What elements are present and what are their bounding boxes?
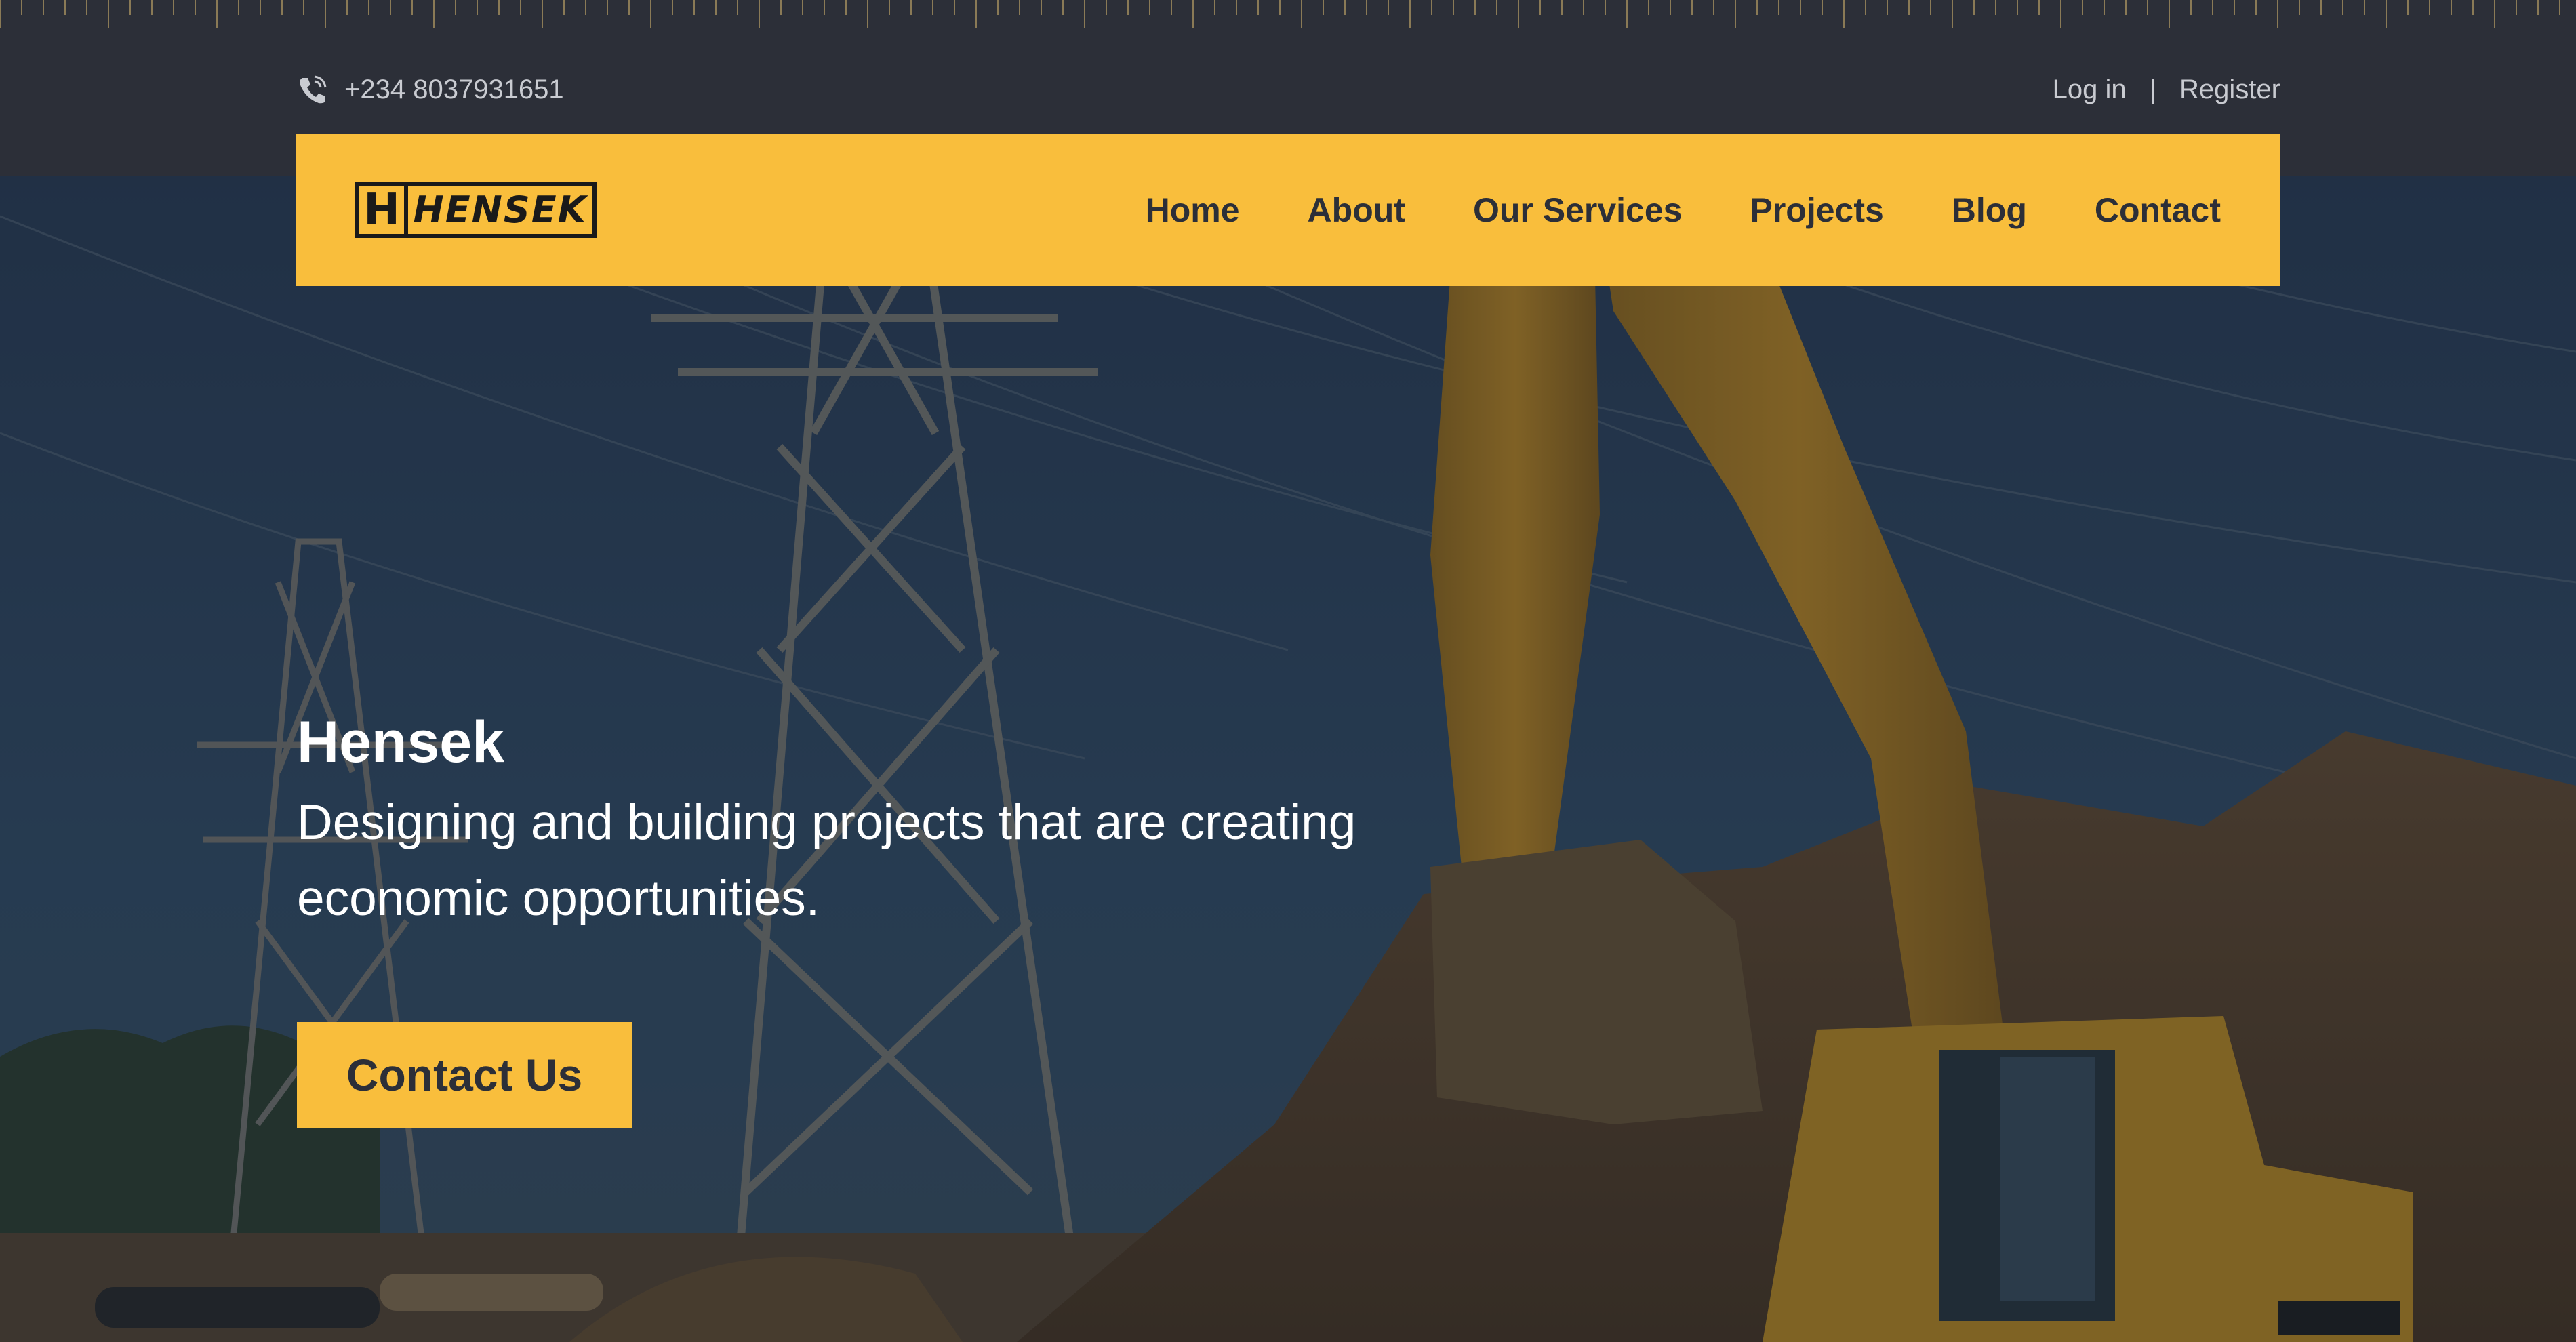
ruler-ticks bbox=[0, 0, 2560, 28]
hero-subtitle: Designing and building projects that are… bbox=[297, 795, 1356, 926]
phone-icon bbox=[296, 73, 329, 106]
contact-us-button[interactable]: Contact Us bbox=[297, 1022, 632, 1128]
nav-item-projects[interactable]: Projects bbox=[1750, 190, 1883, 230]
contact-phone: +234 8037931651 bbox=[296, 70, 564, 108]
hero-title: Hensek bbox=[297, 710, 504, 775]
phone-number: +234 8037931651 bbox=[344, 74, 564, 104]
nav-item-contact[interactable]: Contact bbox=[2095, 190, 2221, 230]
nav-item-blog[interactable]: Blog bbox=[1952, 190, 2027, 230]
logo-letter: H bbox=[359, 186, 408, 234]
main-navbar: H HENSEK Home About Our Services Project… bbox=[296, 134, 2280, 286]
nav-links: Home About Our Services Projects Blog Co… bbox=[1146, 190, 2221, 230]
hensek-logo[interactable]: H HENSEK bbox=[355, 182, 597, 238]
nav-item-about[interactable]: About bbox=[1308, 190, 1405, 230]
nav-item-our-services[interactable]: Our Services bbox=[1473, 190, 1683, 230]
login-link[interactable]: Log in bbox=[2053, 75, 2127, 105]
auth-separator: | bbox=[2149, 74, 2157, 104]
logo-text: HENSEK bbox=[413, 188, 588, 231]
nav-item-home[interactable]: Home bbox=[1146, 190, 1240, 230]
register-link[interactable]: Register bbox=[2179, 75, 2280, 105]
auth-links: Log in | Register bbox=[2053, 70, 2280, 108]
